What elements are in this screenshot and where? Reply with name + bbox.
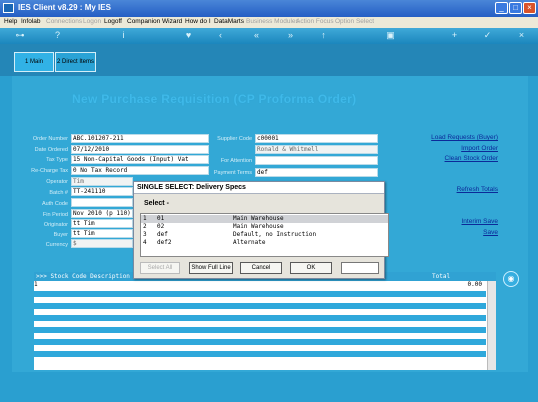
label-operator: Operator [46, 179, 68, 185]
label-auth-code: Auth Code [42, 201, 68, 207]
label-date-ordered: Date Ordered [34, 147, 68, 153]
delivery-specs-list[interactable]: 1 01 Main Warehouse 2 02 Main Warehouse … [140, 213, 389, 257]
menu-infolab[interactable]: Infolab [21, 18, 41, 25]
cancel-button[interactable]: Cancel [240, 262, 282, 274]
operator-field: Tim [71, 177, 133, 186]
close-window-button[interactable]: × [523, 2, 536, 14]
tab-main[interactable]: 1 Main [14, 52, 54, 72]
label-batch: Batch # [49, 190, 68, 196]
supplier-name-field: Ronald & Whitmell [255, 145, 378, 154]
buyer-field[interactable]: tt Tim [71, 229, 133, 238]
title-bar: IES Client v8.29 : My IES _ □ × [0, 0, 538, 17]
label-tax-type: Tax Type [46, 157, 68, 163]
label-buyer: Buyer [53, 232, 68, 238]
import-order-link[interactable]: Import Order [461, 145, 498, 152]
menu-option-select: Option Select [335, 18, 375, 25]
label-supplier-code: Supplier Code [217, 136, 252, 142]
originator-field[interactable]: tt Tim [71, 219, 133, 228]
filter-input[interactable] [341, 262, 379, 274]
menu-how-do-i[interactable]: How do I [185, 18, 211, 25]
maximize-button[interactable]: □ [509, 2, 522, 14]
minimize-button[interactable]: _ [495, 2, 508, 14]
toolbar: ⊶ ? i ♥ ‹ « » ↑ ▣ + ✓ × [0, 28, 538, 44]
menu-datamarts[interactable]: DataMarts [214, 18, 244, 25]
menu-companion[interactable]: Companion [127, 18, 160, 25]
grid-row-stripe [34, 315, 486, 321]
grid-row-stripe [34, 303, 486, 309]
lock-icon[interactable]: ▣ [385, 30, 396, 41]
info-icon[interactable]: i [118, 30, 129, 41]
load-requests-link[interactable]: Load Requests (Buyer) [431, 134, 498, 141]
select-all-button: Select All [140, 262, 180, 274]
for-attention-field[interactable] [255, 156, 378, 165]
grid-row-stripe [34, 351, 486, 357]
order-number-field[interactable]: ABC.101207-211 [71, 134, 209, 143]
add-icon[interactable]: + [449, 30, 460, 41]
order-lines-grid: >>> Stock Code Description Total 1 0.00 [34, 272, 496, 370]
ok-button[interactable]: OK [290, 262, 332, 274]
key-icon[interactable]: ⊶ [12, 30, 28, 41]
label-fin-period: Fin Period [42, 212, 68, 218]
grid-row-stripe [34, 327, 486, 333]
row-number: 1 [34, 281, 38, 288]
check-icon[interactable]: ✓ [482, 30, 493, 41]
dialog-prompt: Select - [144, 200, 169, 207]
grid-row-stripe [34, 291, 486, 297]
recharge-tax-field[interactable]: 0 No Tax Record [71, 166, 209, 175]
refresh-totals-link[interactable]: Refresh Totals [457, 186, 498, 193]
batch-field[interactable]: TT-241110 [71, 187, 133, 196]
scroll-circle-icon[interactable]: ◉ [503, 271, 519, 287]
grid-header-total: Total [432, 273, 451, 280]
list-item[interactable]: 3 def Default, no Instruction [141, 231, 388, 239]
supplier-code-field[interactable]: c00001 [255, 134, 378, 143]
payment-terms-field[interactable]: def [255, 168, 378, 177]
menu-business-modules: Business Modules [246, 18, 299, 25]
window-title: IES Client v8.29 : My IES [18, 3, 111, 12]
delivery-specs-dialog: SINGLE SELECT: Delivery Specs Select - 1… [133, 181, 389, 279]
up-icon[interactable]: ↑ [318, 30, 329, 41]
status-bar [0, 372, 538, 402]
label-currency: Currency [45, 242, 68, 248]
currency-field: $ [71, 239, 133, 248]
list-item[interactable]: 1 01 Main Warehouse [141, 215, 388, 223]
label-recharge-tax: Re-Charge Tax [31, 168, 68, 174]
grid-scrollbar[interactable] [487, 281, 496, 370]
page-title: New Purchase Requisition (CP Proforma Or… [72, 92, 357, 106]
label-originator: Originator [43, 222, 68, 228]
menu-wizard[interactable]: Wizard [162, 18, 182, 25]
menu-action-focus: Action Focus [296, 18, 334, 25]
interim-save-link[interactable]: Interim Save [462, 218, 499, 225]
menu-logon: Logon [83, 18, 102, 25]
menu-bar: Help Infolab Connections Logon Logoff Co… [0, 17, 538, 28]
menu-connections: Connections [46, 18, 83, 25]
help-icon[interactable]: ? [52, 30, 63, 41]
tab-direct-items[interactable]: 2 Direct Items [55, 52, 96, 72]
fin-period-field[interactable]: Nov 2010 (p 110) [71, 209, 133, 218]
grid-row-stripe [34, 339, 486, 345]
clean-stock-order-link[interactable]: Clean Stock Order [445, 155, 498, 162]
close-icon[interactable]: × [516, 30, 527, 41]
grid-header-description: >>> Stock Code Description [36, 273, 130, 280]
rewind-icon[interactable]: « [251, 30, 262, 41]
label-payment-terms: Payment Terms [213, 170, 252, 176]
row-total: 0.00 [467, 281, 482, 288]
table-row[interactable]: 1 0.00 [34, 281, 486, 289]
show-full-line-button[interactable]: Show Full Line [189, 262, 233, 274]
save-link[interactable]: Save [483, 229, 498, 236]
back-icon[interactable]: ‹ [215, 30, 226, 41]
list-item[interactable]: 2 02 Main Warehouse [141, 223, 388, 231]
forward-icon[interactable]: » [285, 30, 296, 41]
list-item[interactable]: 4 def2 Alternate [141, 239, 388, 247]
menu-help[interactable]: Help [4, 18, 17, 25]
auth-code-field[interactable] [71, 198, 133, 207]
home-icon[interactable]: ♥ [183, 30, 194, 41]
menu-logoff[interactable]: Logoff [104, 18, 122, 25]
dialog-title: SINGLE SELECT: Delivery Specs [134, 182, 384, 194]
label-for-attention: For Attention [220, 158, 252, 164]
date-ordered-field[interactable]: 07/12/2010 [71, 145, 209, 154]
app-icon [3, 3, 14, 13]
tax-type-field[interactable]: 15 Non-Capital Goods (Input) Vat [71, 155, 209, 164]
label-order-number: Order Number [32, 136, 68, 142]
tab-strip: 1 Main 2 Direct Items [0, 44, 538, 76]
